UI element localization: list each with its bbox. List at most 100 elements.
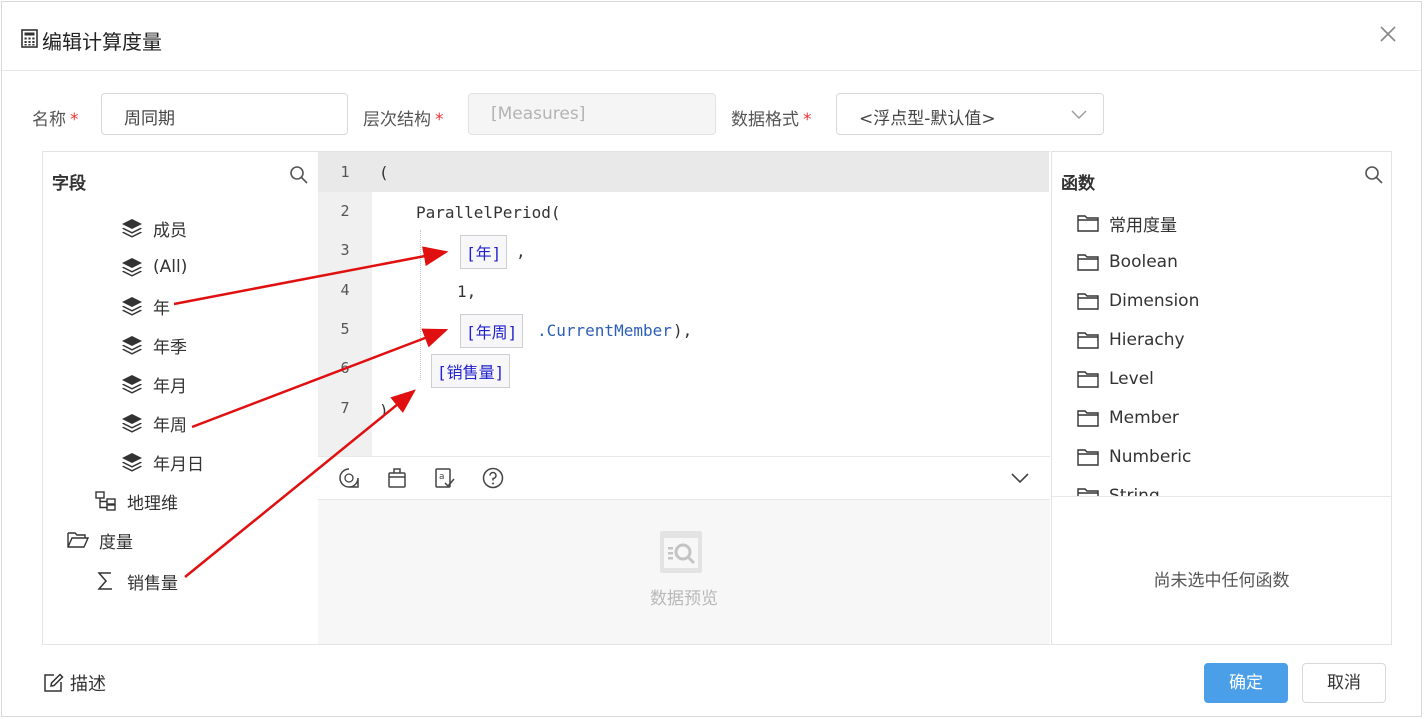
tree-item-label: 成员: [153, 220, 187, 241]
folder-icon: [1077, 410, 1099, 427]
function-category-member[interactable]: Member: [1077, 405, 1179, 431]
layers-icon: [122, 297, 142, 316]
function-category-numeric[interactable]: Numberic: [1077, 444, 1191, 470]
search-icon[interactable]: [1364, 165, 1384, 185]
code-line-4: 1,: [457, 282, 477, 301]
code-token-sales[interactable]: [销售量]: [431, 354, 511, 388]
function-category-hierarchy[interactable]: Hierachy: [1077, 327, 1185, 353]
tree-item-year-month[interactable]: 年月: [121, 370, 187, 398]
sigma-icon: [97, 572, 112, 590]
function-category-boolean[interactable]: Boolean: [1077, 249, 1178, 275]
hierarchy-icon: [95, 491, 116, 511]
folder-icon: [1077, 254, 1099, 271]
confirm-button[interactable]: 确定: [1204, 663, 1288, 703]
folder-icon: [1077, 449, 1099, 466]
data-preview-icon: [660, 531, 702, 573]
tree-item-label: 地理维: [127, 493, 178, 514]
clipboard-icon[interactable]: [386, 467, 408, 489]
dialog-title: 编辑计算度量: [42, 30, 162, 54]
tree-item-label: 年季: [153, 337, 187, 358]
tree-item-measures[interactable]: 度量: [67, 526, 133, 554]
chevron-down-icon: [1071, 110, 1087, 119]
code-editor[interactable]: 1 2 3 4 5 6 7 ( ParallelPeriod( [年] , 1,…: [318, 151, 1050, 457]
format-icon[interactable]: [338, 467, 360, 489]
tree-item-geography[interactable]: 地理维: [95, 487, 178, 515]
layers-icon: [122, 453, 142, 472]
functions-panel-title: 函数: [1061, 174, 1095, 194]
tree-item-label: (All): [153, 257, 188, 277]
calculator-icon: [21, 29, 38, 48]
describe-button[interactable]: 描述: [42, 670, 106, 696]
tree-item-label: 销售量: [127, 573, 178, 594]
edit-calculated-measure-dialog: 编辑计算度量 名称 * 周同期 层次结构 * [Measures] 数据格式 * <浮…: [1, 1, 1422, 717]
svg-text:a: a: [439, 472, 445, 482]
folder-icon: [1077, 488, 1099, 496]
tree-item-sales[interactable]: 销售量: [95, 567, 178, 595]
dialog-header: 编辑计算度量: [2, 2, 1421, 71]
function-category-list[interactable]: 常用度量 Boolean Dimension Hierachy Level Me…: [1052, 202, 1391, 497]
layers-icon: [122, 375, 142, 394]
layers-icon: [122, 414, 142, 433]
line-number: 4: [340, 281, 350, 299]
line-number: 7: [340, 399, 350, 417]
name-input[interactable]: 周同期: [101, 93, 348, 135]
line-number: 6: [340, 359, 350, 377]
code-member-call: .CurrentMember: [537, 321, 672, 340]
folder-icon: [1077, 332, 1099, 349]
edit-icon: [44, 673, 64, 692]
cancel-button[interactable]: 取消: [1302, 663, 1386, 703]
data-preview-area: 数据预览: [318, 500, 1050, 645]
search-icon[interactable]: [289, 165, 309, 185]
code-token-year-week[interactable]: [年周]: [460, 314, 524, 348]
layers-icon: [122, 258, 142, 277]
code-line-2: ParallelPeriod(: [416, 203, 561, 222]
tree-item-year-week[interactable]: 年周: [121, 409, 187, 437]
required-mark: *: [70, 110, 79, 130]
functions-panel: 函数 常用度量 Boolean Dimension Hierachy Level…: [1051, 151, 1392, 645]
line-number: 2: [340, 202, 350, 220]
close-icon[interactable]: [1378, 24, 1398, 44]
tree-item-year[interactable]: 年: [121, 292, 170, 320]
data-preview-label: 数据预览: [650, 589, 718, 609]
indent-guide: [420, 230, 421, 380]
folder-icon: [1077, 293, 1099, 310]
fields-panel: 字段 成员 (All) 年 年季 年月 年周 年月日 地理维 度量 销售量: [42, 151, 318, 645]
format-select[interactable]: <浮点型-默认值>: [836, 93, 1104, 135]
required-mark: *: [803, 110, 812, 130]
line-number: 5: [340, 320, 350, 338]
describe-label: 描述: [70, 674, 106, 695]
tree-item-label: 度量: [99, 532, 133, 553]
code-line-1: (: [379, 163, 389, 182]
name-label: 名称 *: [32, 110, 79, 130]
code-line-3-rest: ,: [516, 242, 526, 261]
tree-item-year-month-day[interactable]: 年月日: [121, 448, 204, 476]
format-select-value: <浮点型-默认值>: [859, 109, 996, 129]
required-mark: *: [435, 110, 444, 130]
help-icon[interactable]: [482, 467, 504, 489]
line-number: 3: [340, 241, 350, 259]
check-syntax-icon[interactable]: a: [434, 467, 456, 489]
tree-item-all[interactable]: (All): [121, 253, 187, 281]
tree-item-members[interactable]: 成员: [121, 214, 187, 242]
function-category-level[interactable]: Level: [1077, 366, 1154, 392]
function-category-label: Dimension: [1109, 291, 1200, 311]
tree-item-label: 年: [153, 298, 170, 319]
function-category-label: Numberic: [1109, 447, 1192, 467]
function-category-label: Hierachy: [1109, 330, 1185, 350]
function-category-common[interactable]: 常用度量: [1077, 210, 1177, 236]
code-line-7: ): [379, 401, 389, 420]
code-token-year[interactable]: [年]: [460, 235, 508, 269]
tree-item-label: 年周: [153, 415, 187, 436]
active-line-highlight: [318, 152, 1049, 192]
format-label: 数据格式 *: [731, 110, 812, 130]
function-category-dimension[interactable]: Dimension: [1077, 288, 1199, 314]
function-empty-hint: 尚未选中任何函数: [1153, 571, 1290, 591]
folder-icon: [1077, 215, 1099, 232]
chevron-down-icon[interactable]: [1010, 470, 1030, 486]
tree-item-year-quarter[interactable]: 年季: [121, 331, 187, 359]
hierarchy-label: 层次结构 *: [363, 110, 444, 130]
function-category-label: Member: [1109, 408, 1179, 428]
layers-icon: [122, 336, 142, 355]
function-category-string[interactable]: String: [1077, 483, 1160, 496]
layers-icon: [122, 219, 142, 238]
